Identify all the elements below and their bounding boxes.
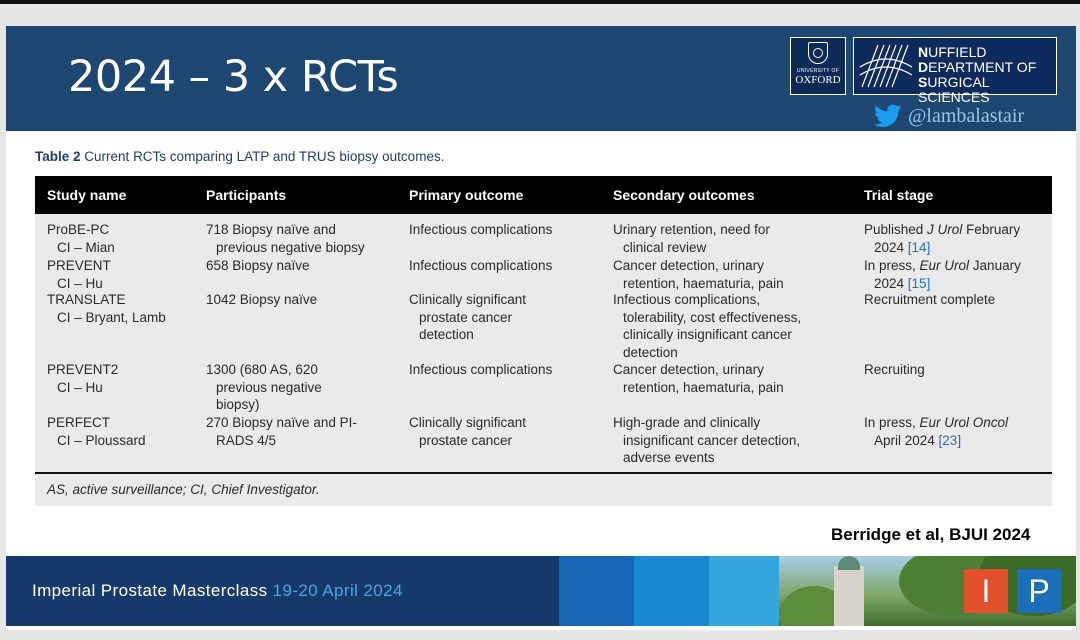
slide-title: 2024 – 3 x RCTs [68,52,399,102]
cell-primary: Clinically significant prostate cancer [409,415,527,448]
header-trial-stage: Trial stage [864,187,934,203]
ndss-logo-text: NUFFIELD DEPARTMENT OF SURGICAL SCIENCES [918,45,1056,105]
cell-primary: Infectious complications [409,258,553,273]
footer-color-block [634,556,709,626]
twitter-handle-text: @lambalastair [908,104,1025,127]
header-study-name: Study name [47,187,127,203]
cell-study: PERFECT CI – Ploussard [47,415,146,448]
footer-event-date: 19-20 April 2024 [272,581,403,600]
logo-p-block: P [1017,569,1061,613]
oxford-logo: UNIVERSITY OF OXFORD [790,37,846,95]
cell-participants: 658 Biopsy naïve [206,258,310,273]
cell-secondary: High-grade and clinically insignificant … [613,415,801,465]
cell-participants: 270 Biopsy naïve and PI- RADS 4/5 [206,415,357,448]
table-bottom-rule [35,472,1052,474]
footer-event-title: Imperial Prostate Masterclass 19-20 Apri… [32,581,403,600]
cell-stage: In press, Eur Urol Oncol April 2024 [23] [864,415,1009,448]
cell-secondary: Cancer detection, urinary retention, hae… [613,258,784,291]
cell-participants: 1300 (680 AS, 620 previous negative biop… [206,362,322,412]
twitter-handle: @lambalastair [874,104,1024,128]
cell-secondary: Infectious complications, tolerability, … [613,292,802,360]
slide-footer: Imperial Prostate Masterclass 19-20 Apri… [6,556,1076,626]
cell-study: PREVENT2 CI – Hu [47,362,119,395]
oxford-crest-icon [808,42,828,64]
cell-stage: Recruitment complete [864,292,996,307]
footer-color-block [559,556,634,626]
ndss-line1: NUFFIELD [918,44,987,60]
citation: Berridge et al, BJUI 2024 [831,525,1031,544]
top-border [0,0,1080,4]
cell-participants: 718 Biopsy naïve and previous negative b… [206,222,365,255]
cell-stage: In press, Eur Urol January 2024 [15] [864,258,1021,291]
ndss-emblem-icon [859,44,913,88]
table-caption-label: Table 2 [35,149,81,164]
rct-table: Study name Participants Primary outcome … [35,176,1052,506]
reference-link[interactable]: [14] [908,240,931,255]
cell-study: ProBE-PC CI – Mian [47,222,115,255]
logo-i-block: I [964,569,1008,613]
footer-color-block [709,556,779,626]
tower-image [834,556,864,626]
cell-study: TRANSLATE CI – Bryant, Lamb [47,292,166,325]
cell-primary: Infectious complications [409,362,553,377]
reference-link[interactable]: [23] [939,433,962,448]
ndss-line3: SURGICAL SCIENCES [918,74,990,105]
oxford-logo-line2: OXFORD [795,74,841,86]
cell-primary: Clinically significant prostate cancer d… [409,292,527,342]
slide: 2024 – 3 x RCTs UNIVERSITY OF OXFORD NUF… [6,26,1076,630]
ndss-line2: DEPARTMENT OF [918,59,1037,75]
table-header-row: Study name Participants Primary outcome … [35,176,1052,214]
twitter-bird-icon [874,104,902,127]
reference-link[interactable]: [15] [908,276,931,291]
table-footnote: AS, active surveillance; CI, Chief Inves… [47,482,320,497]
cell-primary: Infectious complications [409,222,553,237]
cell-stage: Published J Urol February 2024 [14] [864,222,1021,255]
cell-secondary: Cancer detection, urinary retention, hae… [613,362,784,395]
header-primary-outcome: Primary outcome [409,187,524,203]
ndss-logo: NUFFIELD DEPARTMENT OF SURGICAL SCIENCES [853,37,1057,105]
cell-stage: Recruiting [864,362,925,377]
table-caption-text: Current RCTs comparing LATP and TRUS bio… [84,149,445,164]
table-caption: Table 2 Current RCTs comparing LATP and … [35,149,444,164]
header-participants: Participants [206,187,287,203]
header-secondary-outcomes: Secondary outcomes [613,187,755,203]
cell-study: PREVENT CI – Hu [47,258,111,291]
cell-secondary: Urinary retention, need for clinical rev… [613,222,770,255]
cell-participants: 1042 Biopsy naïve [206,292,318,307]
